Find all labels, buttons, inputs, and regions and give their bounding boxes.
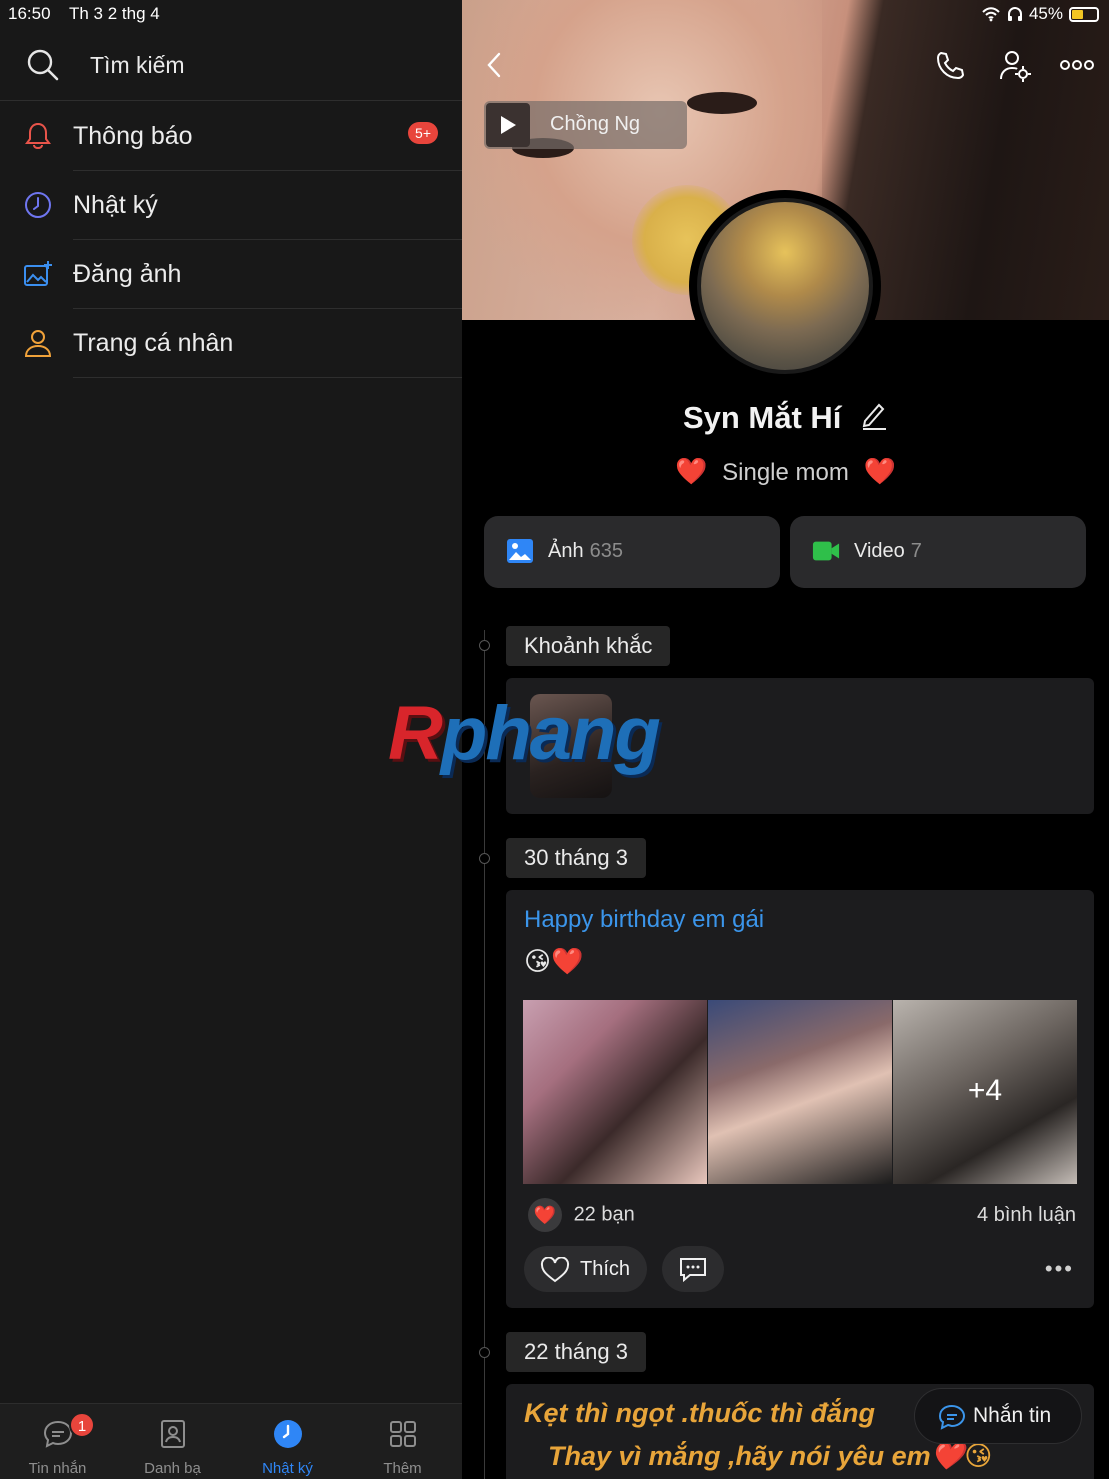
divider — [73, 377, 462, 378]
watermark-logo: Rphang — [388, 690, 661, 777]
messages-badge: 1 — [69, 1412, 95, 1438]
message-label: Nhắn tin — [973, 1404, 1052, 1427]
video-icon — [812, 541, 840, 561]
menu-label-diary: Nhật ký — [73, 191, 158, 219]
timeline-dot — [479, 853, 490, 864]
profile-name: Syn Mắt Hí — [682, 400, 842, 435]
status-time: 16:50 — [8, 4, 51, 23]
post-quote-line: Kẹt thì ngọt .thuốc thì đắng — [524, 1398, 875, 1428]
status-bar-right: 45% — [981, 4, 1099, 24]
phone-icon[interactable] — [934, 50, 966, 82]
profile-music-player[interactable]: Chồng Ng — [484, 101, 687, 149]
avatar-photo — [697, 198, 873, 374]
wifi-icon — [982, 7, 1000, 22]
tab-more[interactable]: Thêm — [345, 1404, 460, 1479]
post-title[interactable]: Happy birthday em gái — [524, 906, 764, 934]
bottom-tab-bar: 1 Tin nhắn Danh bạ Nhật ký Thêm — [0, 1403, 462, 1479]
headphones-icon — [1007, 7, 1022, 21]
videos-button[interactable]: Video 7 — [790, 516, 1086, 588]
photos-count: 635 — [589, 540, 623, 562]
music-title: Chồng Ng — [550, 113, 641, 135]
photo-add-icon — [24, 261, 52, 286]
post-photo[interactable] — [708, 1000, 892, 1184]
profile-settings-icon[interactable] — [998, 49, 1032, 83]
grid-icon — [389, 1421, 416, 1447]
sidebar-menu: Thông báo 5+ Nhật ký Đăng ảnh Trang cá n… — [0, 102, 462, 378]
post-emoji: 😘❤️ — [524, 946, 584, 976]
play-icon — [501, 116, 516, 134]
post-photo-more[interactable]: +4 — [893, 1000, 1077, 1184]
videos-label-row: Video 7 — [854, 540, 922, 563]
photos-label: Ảnh — [548, 540, 584, 562]
menu-label-notifications: Thông báo — [73, 122, 193, 150]
videos-label: Video — [854, 540, 905, 562]
edit-icon[interactable] — [860, 400, 888, 430]
cover-eye — [687, 92, 757, 114]
profile-name-row: Syn Mắt Hí — [462, 400, 1109, 436]
profile-status: ❤️ Single mom ❤️ — [462, 456, 1109, 487]
status-date: Th 3 2 thg 4 — [68, 4, 160, 23]
search-icon — [27, 49, 59, 81]
search-bar[interactable]: Tìm kiếm — [0, 30, 462, 101]
tab-diary[interactable]: Nhật ký — [230, 1404, 345, 1479]
message-button[interactable]: Nhắn tin — [914, 1388, 1082, 1444]
moments-label: Khoảnh khắc — [506, 626, 671, 666]
profile-status-text: Single mom — [722, 459, 849, 486]
person-icon — [24, 330, 52, 357]
more-options-icon[interactable] — [1060, 58, 1094, 72]
videos-count: 7 — [910, 540, 922, 562]
menu-item-profile[interactable]: Trang cá nhân — [0, 309, 462, 378]
reactions-count: 22 bạn — [573, 1203, 635, 1226]
post-date: 30 tháng 3 — [506, 838, 646, 878]
menu-item-post-photo[interactable]: Đăng ảnh — [0, 240, 462, 309]
comment-button[interactable] — [662, 1246, 724, 1292]
status-bar-left: 16:50 Th 3 2 thg 4 — [8, 4, 174, 24]
menu-item-notifications[interactable]: Thông báo 5+ — [0, 102, 462, 171]
comment-icon — [680, 1258, 706, 1282]
back-icon[interactable] — [484, 50, 504, 80]
clock-icon — [25, 192, 51, 218]
heart-emoji: ❤️ — [863, 456, 896, 486]
menu-label-profile: Trang cá nhân — [73, 329, 234, 357]
notification-badge: 5+ — [408, 122, 438, 144]
tab-messages[interactable]: 1 Tin nhắn — [0, 1404, 115, 1479]
battery-icon — [1069, 6, 1099, 22]
tab-label-messages: Tin nhắn — [28, 1460, 87, 1477]
watermark-part: phang — [440, 691, 661, 776]
battery-percent: 45% — [1028, 4, 1063, 23]
bell-icon — [25, 122, 51, 150]
timeline-dot — [479, 640, 490, 651]
post-card: Happy birthday em gái 😘❤️ +4 ❤️ 22 bạn 4… — [506, 890, 1094, 1308]
heart-emoji: ❤️ — [675, 456, 708, 486]
tab-label-more: Thêm — [383, 1460, 422, 1477]
avatar[interactable] — [689, 190, 881, 382]
post-photo-grid: +4 — [523, 1000, 1077, 1184]
watermark-part: R — [388, 691, 443, 776]
post-more-icon[interactable]: ••• — [1045, 1256, 1074, 1282]
post-photo[interactable] — [523, 1000, 707, 1184]
post-date: 22 tháng 3 — [506, 1332, 646, 1372]
contacts-icon — [160, 1420, 185, 1448]
timeline-dot — [479, 1347, 490, 1358]
photos-label-row: Ảnh 635 — [548, 540, 623, 563]
search-label: Tìm kiếm — [90, 52, 185, 78]
tab-contacts[interactable]: Danh bạ — [115, 1404, 230, 1479]
like-label: Thích — [580, 1258, 631, 1280]
menu-item-diary[interactable]: Nhật ký — [0, 171, 462, 240]
menu-label-post-photo: Đăng ảnh — [73, 260, 182, 288]
extra-photos-count: +4 — [967, 1074, 1003, 1107]
photos-button[interactable]: Ảnh 635 — [484, 516, 780, 588]
comments-count[interactable]: 4 bình luận — [977, 1204, 1076, 1227]
heart-outline-icon — [540, 1257, 570, 1283]
like-button[interactable]: Thích — [524, 1246, 647, 1292]
heart-reaction-icon: ❤️ — [528, 1198, 562, 1232]
clock-filled-icon — [273, 1420, 302, 1448]
tab-label-contacts: Danh bạ — [144, 1460, 201, 1477]
chat-bubble-icon — [938, 1404, 966, 1430]
tab-label-diary: Nhật ký — [262, 1460, 313, 1477]
reactions-summary[interactable]: ❤️ 22 bạn — [528, 1198, 635, 1232]
post-quote-line: Thay vì mắng ,hãy nói yêu em❤️😘 — [548, 1441, 993, 1471]
image-icon — [507, 539, 533, 563]
